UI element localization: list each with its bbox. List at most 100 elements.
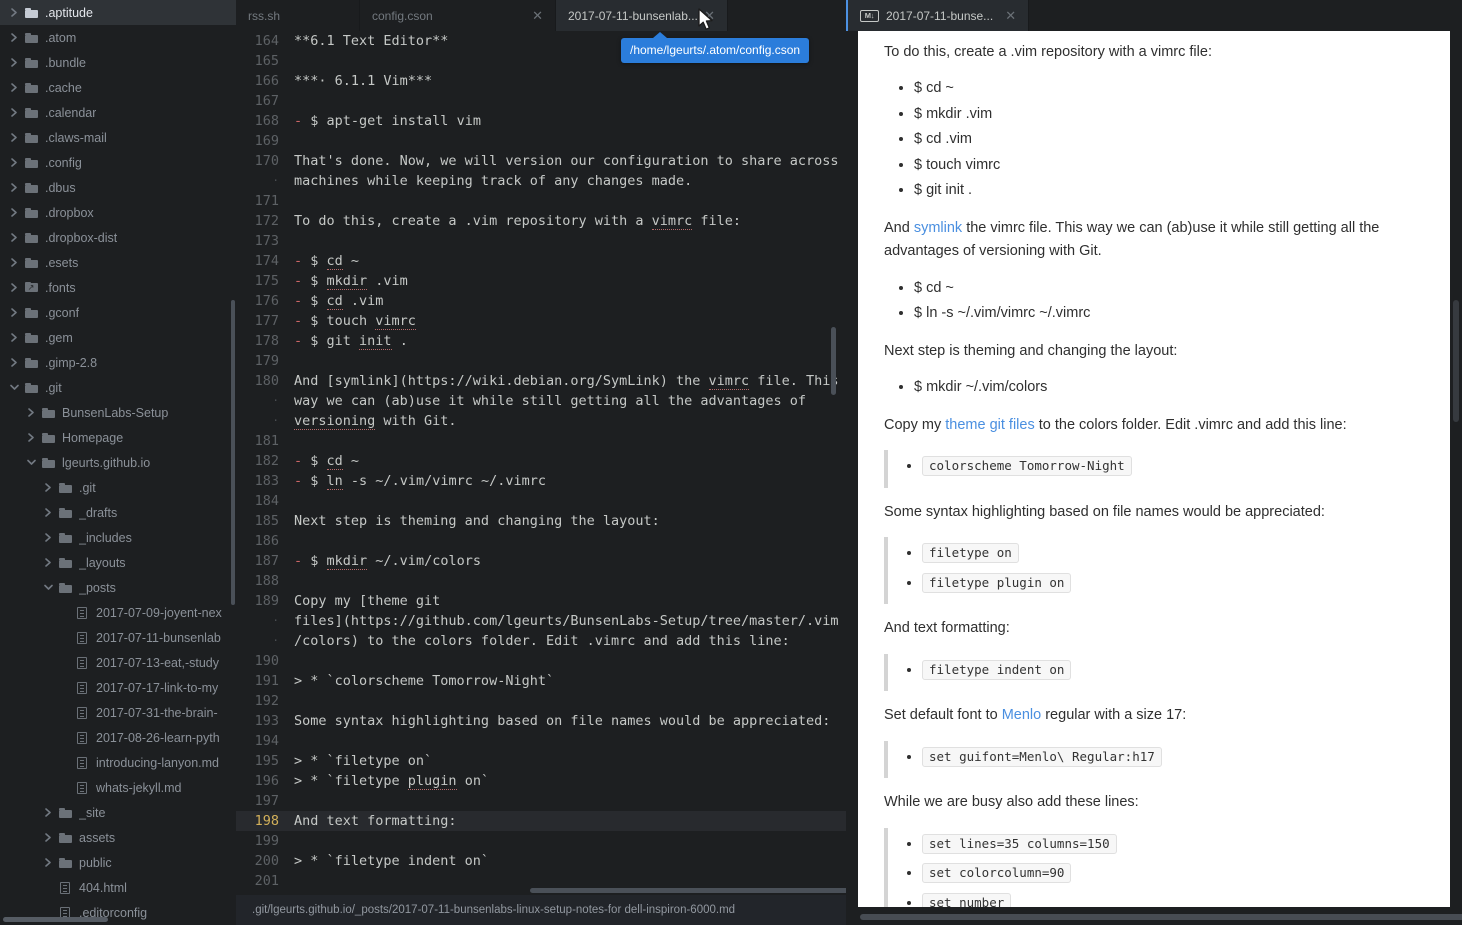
editor-lines[interactable]: 164 **6.1 Text Editor** 165 166 ***· 6.1.1 … [236,31,846,891]
chevron-right-icon[interactable] [8,308,21,317]
tree-item-site[interactable]: _site [0,800,236,825]
editor-line[interactable]: 179 [236,351,846,371]
tab-rss-sh[interactable]: rss.sh [236,0,360,31]
file-tree[interactable]: .aptitude .atom .bundle .cache .calendar .cla… [0,0,236,925]
close-icon[interactable]: ✕ [1005,9,1016,22]
tree-item-gem[interactable]: .gem [0,325,236,350]
tree-item-claws-mail[interactable]: .claws-mail [0,125,236,150]
editor-line[interactable]: 192 [236,691,846,711]
chevron-right-icon[interactable] [8,158,21,167]
chevron-right-icon[interactable] [42,508,55,517]
tree-item-dropbox-dist[interactable]: .dropbox-dist [0,225,236,250]
editor-line[interactable]: 186 [236,531,846,551]
tree-item-fonts[interactable]: .fonts [0,275,236,300]
tree-item-2017-07-11-bunsenlab[interactable]: 2017-07-11-bunsenlab [0,625,236,650]
chevron-down-icon[interactable] [42,584,55,591]
tree-item-public[interactable]: public [0,850,236,875]
editor-line[interactable]: 188 [236,571,846,591]
editor-line[interactable]: 191 > * `colorscheme Tomorrow-Night` [236,671,846,691]
editor-line[interactable]: · /colors) to the colors folder. Edit .vi… [236,631,846,651]
tree-item-2017-07-17-link-to-my[interactable]: 2017-07-17-link-to-my [0,675,236,700]
tree-item-lgeurts-github-io[interactable]: lgeurts.github.io [0,450,236,475]
editor-line[interactable]: · versioning with Git. [236,411,846,431]
chevron-right-icon[interactable] [8,58,21,67]
markdown-preview-content[interactable]: To do this, create a .vim repository wit… [858,31,1450,907]
tree-item-drafts[interactable]: _drafts [0,500,236,525]
chevron-right-icon[interactable] [8,258,21,267]
editor-line[interactable]: 167 [236,91,846,111]
preview-link[interactable]: Menlo [1002,707,1042,723]
chevron-right-icon[interactable] [8,183,21,192]
editor-line[interactable]: 174 - $ cd ~ [236,251,846,271]
editor-line[interactable]: 173 [236,231,846,251]
editor-line[interactable]: 176 - $ cd .vim [236,291,846,311]
sidebar-vertical-scrollbar[interactable] [231,300,235,605]
editor-line[interactable]: 196 > * `filetype plugin on` [236,771,846,791]
chevron-right-icon[interactable] [25,408,38,417]
editor-line[interactable]: · files](https://github.com/lgeurts/Bunse… [236,611,846,631]
editor-line[interactable]: 168 - $ apt-get install vim [236,111,846,131]
tree-view-sidebar[interactable]: .aptitude .atom .bundle .cache .calendar .cla… [0,0,236,925]
chevron-right-icon[interactable] [8,208,21,217]
editor-line[interactable]: 189 Copy my [theme git [236,591,846,611]
editor-line[interactable]: 178 - $ git init . [236,331,846,351]
tree-item-2017-07-13-eat-study[interactable]: 2017-07-13-eat,-study [0,650,236,675]
editor-line[interactable]: · machines while keeping track of any cha… [236,171,846,191]
chevron-right-icon[interactable] [42,533,55,542]
tree-item-gconf[interactable]: .gconf [0,300,236,325]
chevron-right-icon[interactable] [8,233,21,242]
chevron-right-icon[interactable] [8,108,21,117]
chevron-right-icon[interactable] [42,833,55,842]
tree-item-2017-08-26-learn-pyth[interactable]: 2017-08-26-learn-pyth [0,725,236,750]
tree-item-atom[interactable]: .atom [0,25,236,50]
chevron-right-icon[interactable] [8,83,21,92]
chevron-down-icon[interactable] [8,384,21,391]
editor-line[interactable]: 187 - $ mkdir ~/.vim/colors [236,551,846,571]
tree-item-posts[interactable]: _posts [0,575,236,600]
editor-line[interactable]: 195 > * `filetype on` [236,751,846,771]
editor-line[interactable]: 190 [236,651,846,671]
editor-line[interactable]: 172 To do this, create a .vim repository … [236,211,846,231]
editor-line[interactable]: 197 [236,791,846,811]
editor-line[interactable]: 169 [236,131,846,151]
tree-item-bunsenlabs-setup[interactable]: BunsenLabs-Setup [0,400,236,425]
tree-item-404-html[interactable]: 404.html [0,875,236,900]
tree-item-introducing-lanyon-md[interactable]: introducing-lanyon.md [0,750,236,775]
editor-line[interactable]: 177 - $ touch vimrc [236,311,846,331]
editor-line[interactable]: 171 [236,191,846,211]
tab-markdown-preview[interactable]: M↓ 2017-07-11-bunse... ✕ [846,0,1030,31]
tree-item-bundle[interactable]: .bundle [0,50,236,75]
chevron-right-icon[interactable] [8,33,21,42]
close-icon[interactable]: ✕ [704,9,715,22]
tree-item-aptitude[interactable]: .aptitude [0,0,236,25]
editor-line[interactable]: 180 And [symlink](https://wiki.debian.org… [236,371,846,391]
tree-item-2017-07-31-the-brain[interactable]: 2017-07-31-the-brain- [0,700,236,725]
chevron-right-icon[interactable] [8,358,21,367]
editor-vertical-scrollbar[interactable] [831,327,836,395]
editor-horizontal-scrollbar[interactable] [530,888,846,893]
chevron-right-icon[interactable] [42,808,55,817]
tree-item-layouts[interactable]: _layouts [0,550,236,575]
chevron-right-icon[interactable] [8,8,21,17]
tree-item-dropbox[interactable]: .dropbox [0,200,236,225]
tree-item-cache[interactable]: .cache [0,75,236,100]
tree-item-git[interactable]: .git [0,475,236,500]
preview-vertical-scrollbar[interactable] [1453,300,1459,422]
chevron-right-icon[interactable] [42,483,55,492]
tree-item-dbus[interactable]: .dbus [0,175,236,200]
editor-line[interactable]: 166 ***· 6.1.1 Vim*** [236,71,846,91]
chevron-right-icon[interactable] [8,133,21,142]
editor-line[interactable]: 184 [236,491,846,511]
chevron-right-icon[interactable] [8,333,21,342]
tree-item-assets[interactable]: assets [0,825,236,850]
editor-line[interactable]: 170 That's done. Now, we will version our… [236,151,846,171]
preview-link[interactable]: theme git files [945,417,1034,433]
editor-line[interactable]: 198 And text formatting: [236,811,846,831]
editor-line[interactable]: 194 [236,731,846,751]
tree-item-includes[interactable]: _includes [0,525,236,550]
status-bar[interactable]: .git/lgeurts.github.io/_posts/2017-07-11… [236,895,846,925]
close-icon[interactable]: ✕ [532,9,543,22]
chevron-right-icon[interactable] [42,858,55,867]
tree-item-calendar[interactable]: .calendar [0,100,236,125]
editor-line[interactable]: 175 - $ mkdir .vim [236,271,846,291]
